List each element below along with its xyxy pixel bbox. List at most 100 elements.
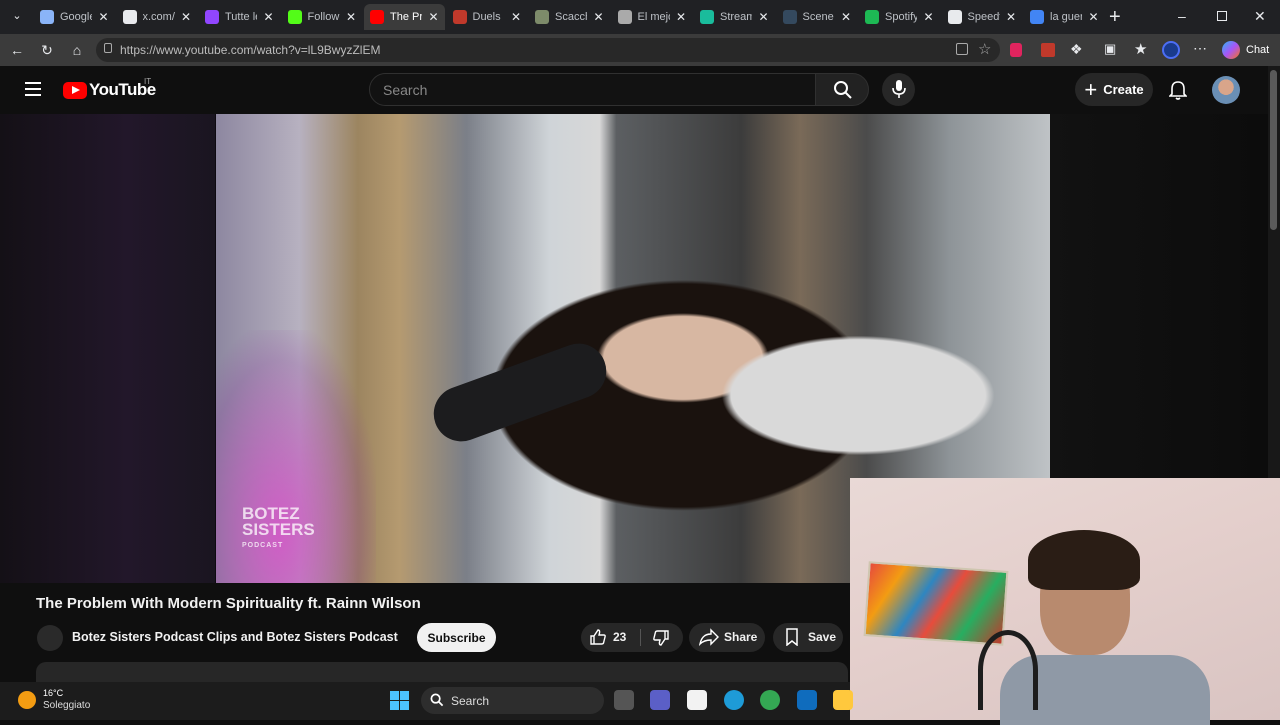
search-icon [430,693,444,707]
tab-favicon-icon [865,10,879,24]
create-button[interactable]: + Create [1075,73,1153,106]
tab-title: la guer [1050,11,1083,23]
tab-favicon-icon [370,10,384,24]
sun-icon[interactable] [18,691,36,709]
new-tab-button[interactable]: + [1109,6,1121,29]
tab-close-icon[interactable]: ✕ [1006,10,1016,24]
voice-search-button[interactable] [882,73,915,106]
share-icon [698,628,719,651]
thumbs-up-icon [590,629,606,645]
tab-favicon-icon [122,10,137,24]
subscribe-button[interactable]: Subscribe [417,623,496,652]
url-text: https://www.youtube.com/watch?v=lL9BwyzZ… [120,43,381,57]
address-bar[interactable]: https://www.youtube.com/watch?v=lL9BwyzZ… [96,38,1000,62]
tab-list-button[interactable]: ⌄ [8,9,26,25]
scrollbar-thumb[interactable] [1270,70,1277,230]
guide-menu-icon[interactable] [25,82,41,96]
close-window-button[interactable]: ✕ [1254,8,1266,25]
favorite-star-icon[interactable]: ☆ [978,40,991,58]
taskbar-search[interactable] [421,687,604,714]
description-box[interactable] [36,662,848,682]
tab-close-icon[interactable]: ✕ [263,10,273,24]
tab-title: Speedt [967,11,1000,23]
extension-red-icon[interactable] [1010,43,1022,57]
tab-close-icon[interactable]: ✕ [511,10,521,24]
folder-icon[interactable] [833,690,853,710]
minimize-button[interactable]: – [1178,8,1186,24]
browser-tab[interactable]: El mejo ✕ [612,4,693,30]
tab-close-icon[interactable]: ✕ [593,10,603,24]
browser-tab[interactable]: Spotify ✕ [859,4,940,30]
channel-watermark: BOTEZ SISTERS PODCAST [242,505,315,554]
browser-tab[interactable]: Tutte le ✕ [199,4,280,30]
split-screen-icon[interactable]: ▣ [1104,41,1116,57]
tab-close-icon[interactable]: ✕ [841,10,851,24]
browser-tab[interactable]: Scacchi ✕ [529,4,610,30]
bookmark-icon [785,628,799,651]
browser-tab[interactable]: Speedt ✕ [942,4,1023,30]
browser-tab[interactable]: The Pro ✕ [364,4,445,30]
copilot-chat-button[interactable]: Chat [1222,41,1269,59]
like-button[interactable] [589,628,607,651]
more-menu-icon[interactable]: ⋯ [1193,40,1207,57]
search-button[interactable] [815,73,869,106]
tab-favicon-icon [205,10,219,24]
streamer-hair [1028,530,1140,590]
browser-tab[interactable]: Google ✕ [34,4,115,30]
extension-adblock-icon[interactable] [1041,43,1055,57]
plus-icon: + [1084,76,1098,102]
tab-close-icon[interactable]: ✕ [758,10,768,24]
lock-icon [104,43,112,53]
tab-title: Duels [472,11,501,23]
tab-close-icon[interactable]: ✕ [1088,10,1098,24]
weather-description[interactable]: Soleggiato [43,700,90,711]
browser-tab[interactable]: Stream ✕ [694,4,775,30]
profile-icon[interactable] [1162,41,1180,59]
teams-icon[interactable] [650,690,670,710]
notifications-bell-icon[interactable] [1168,80,1188,105]
microphone-arm [978,630,1038,710]
reload-icon[interactable]: ↻ [39,42,55,58]
extensions-icon[interactable]: ❖ [1070,41,1083,58]
file-explorer-icon[interactable] [614,690,634,710]
browser-tab[interactable]: Scene E ✕ [777,4,858,30]
browser-tab[interactable]: la guer ✕ [1024,4,1105,30]
save-label: Save [808,630,837,644]
tab-close-icon[interactable]: ✕ [923,10,933,24]
user-avatar[interactable] [1212,76,1240,104]
chrome-icon[interactable] [760,690,780,710]
search-input[interactable] [369,73,816,106]
tab-close-icon[interactable]: ✕ [428,10,438,24]
browser-tab[interactable]: Duels ✕ [447,4,528,30]
youtube-logo-icon[interactable] [63,82,87,99]
channel-avatar[interactable] [37,625,63,651]
tab-title: x.com/ [142,11,175,23]
store-icon[interactable] [687,690,707,710]
app-available-icon[interactable] [956,43,968,55]
tab-title: Tutte le [225,11,257,23]
maximize-button[interactable] [1217,11,1227,21]
back-icon[interactable]: ← [9,42,25,58]
tab-title: Stream [720,11,753,23]
home-icon[interactable]: ⌂ [69,42,85,58]
dislike-button[interactable] [652,629,670,652]
favorites-icon[interactable]: ★ [1134,40,1147,58]
country-code: IT [144,77,152,86]
edge-icon[interactable] [724,690,744,710]
tab-title: Scacchi [555,11,587,23]
weather-temperature[interactable]: 16°C [43,688,63,698]
windows-start-icon[interactable] [390,691,409,710]
browser-tab[interactable]: Followin ✕ [282,4,363,30]
tab-close-icon[interactable]: ✕ [98,10,108,24]
browser-tab[interactable]: x.com/ ✕ [117,4,198,30]
like-count: 23 [613,630,627,644]
channel-name[interactable]: Botez Sisters Podcast Clips and Botez Si… [72,630,398,644]
tab-favicon-icon [535,10,549,24]
tab-close-icon[interactable]: ✕ [181,10,191,24]
tab-close-icon[interactable]: ✕ [346,10,356,24]
outlook-icon[interactable] [797,690,817,710]
tab-close-icon[interactable]: ✕ [676,10,686,24]
search-icon [834,81,852,99]
tab-favicon-icon [782,10,797,24]
tab-title: El mejo [637,11,670,23]
